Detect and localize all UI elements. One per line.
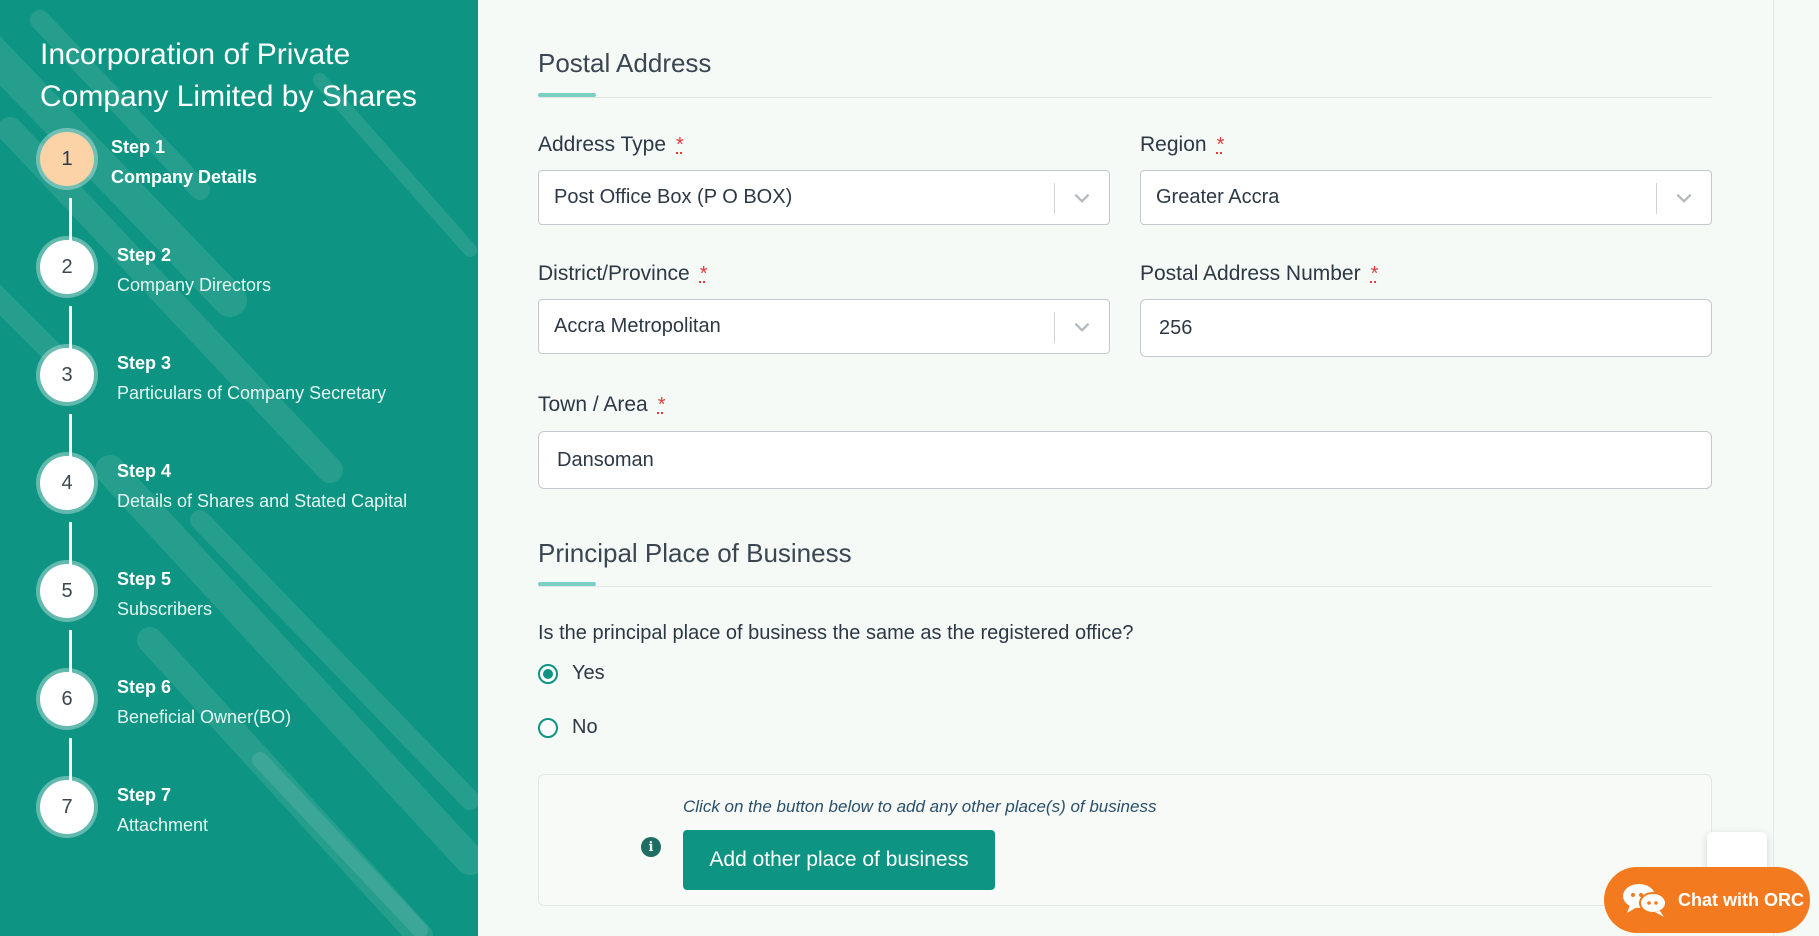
section-accent [538,93,596,97]
divider [538,586,1712,587]
step-name: Company Directors [117,275,272,295]
right-gutter [1773,0,1819,936]
town-input[interactable] [538,431,1712,489]
step-name: Details of Shares and Stated Capital [117,491,408,511]
chevron-down-icon[interactable] [1673,187,1695,209]
select-separator [1054,312,1055,343]
radio-button[interactable] [538,717,558,738]
district-label: District/Province * [538,262,708,285]
divider [538,97,1712,98]
select-separator [1054,183,1055,214]
radio-label: No [572,716,598,738]
other-places-info-box: i Click on the button below to add any o… [538,774,1712,906]
step-number: 2 [40,240,94,294]
step-index-label: Step 1 [111,137,166,157]
address-type-select[interactable]: Post Office Box (P O BOX) [538,170,1110,225]
section-title-postal: Postal Address [538,48,712,78]
chat-bubbles-icon [1623,884,1667,917]
required-marker: * [676,134,684,156]
step-name: Subscribers [117,599,213,619]
step-name: Attachment [117,815,209,835]
step-item-shares-capital[interactable]: 4 Step 4 Details of Shares and Stated Ca… [40,456,470,516]
step-index-label: Step 7 [117,785,172,805]
step-number: 4 [40,456,94,510]
section-accent [538,582,596,586]
chevron-down-icon[interactable] [1071,187,1093,209]
step-sidebar: Incorporation of Private Company Limited… [0,0,478,936]
required-marker: * [1216,134,1225,156]
step-number: 7 [40,780,94,834]
section-title-business: Principal Place of Business [538,538,852,568]
main-form: Postal Address Address Type * Post Office… [478,0,1773,936]
step-item-beneficial-owner[interactable]: 6 Step 6 Beneficial Owner(BO) [40,672,470,732]
town-label: Town / Area * [538,393,666,416]
step-index-label: Step 6 [117,677,172,697]
region-label: Region * [1140,133,1225,156]
select-value: Post Office Box (P O BOX) [554,186,793,208]
step-index-label: Step 3 [117,353,172,373]
step-index-label: Step 2 [117,245,172,265]
postal-number-input[interactable] [1140,299,1712,357]
step-item-subscribers[interactable]: 5 Step 5 Subscribers [40,564,470,624]
info-icon: i [641,837,661,857]
chevron-down-icon[interactable] [1071,316,1093,338]
step-list: 1 Step 1 Company Details 2 Step 2 Compan… [0,0,478,936]
address-type-label: Address Type * [538,133,684,156]
radio-option-yes[interactable]: Yes [538,662,605,685]
radio-label: Yes [572,662,605,684]
select-value: Accra Metropolitan [554,315,721,337]
step-index-label: Step 4 [117,461,172,481]
required-marker: * [657,394,666,416]
step-index-label: Step 5 [117,569,172,589]
required-marker: * [1370,263,1379,285]
select-separator [1656,183,1657,214]
step-name: Beneficial Owner(BO) [117,707,292,727]
postal-number-label: Postal Address Number * [1140,262,1379,285]
step-number: 5 [40,564,94,618]
info-text: Click on the button below to add any oth… [683,797,1157,816]
radio-button[interactable] [538,663,558,684]
region-select[interactable]: Greater Accra [1140,170,1712,225]
radio-option-no[interactable]: No [538,716,598,739]
step-item-company-secretary[interactable]: 3 Step 3 Particulars of Company Secretar… [40,348,470,408]
add-other-place-button[interactable]: Add other place of business [683,830,995,890]
chat-label: Chat with ORC [1678,889,1804,910]
select-value: Greater Accra [1156,186,1280,208]
district-select[interactable]: Accra Metropolitan [538,299,1110,354]
required-marker: * [699,263,708,285]
chat-with-orc-button[interactable]: Chat with ORC [1604,867,1810,933]
step-item-attachment[interactable]: 7 Step 7 Attachment [40,780,470,840]
step-item-company-directors[interactable]: 2 Step 2 Company Directors [40,240,470,300]
step-number: 3 [40,348,94,402]
step-number: 1 [40,132,94,186]
step-item-company-details[interactable]: 1 Step 1 Company Details [40,132,470,192]
step-name: Particulars of Company Secretary [117,383,387,403]
step-number: 6 [40,672,94,726]
step-name: Company Details [111,167,258,187]
same-office-question: Is the principal place of business the s… [538,622,1134,644]
